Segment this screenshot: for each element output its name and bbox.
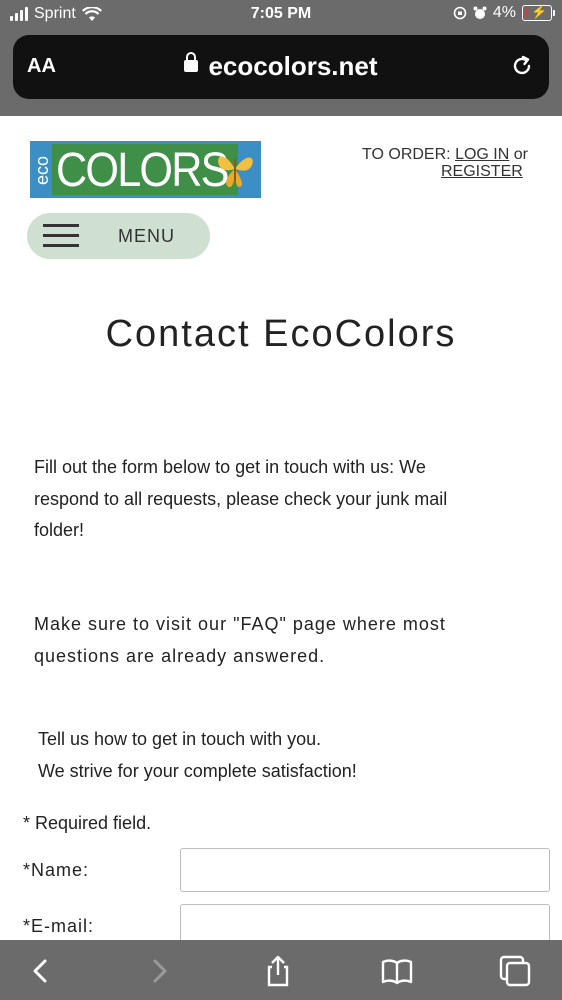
- required-field-note: * Required field.: [23, 813, 152, 833]
- logo-eco-text: eco: [32, 155, 52, 185]
- contact-note-line: We strive for your complete satisfaction…: [38, 760, 357, 781]
- address-bar[interactable]: AA ecocolors.net: [13, 35, 549, 99]
- url-display[interactable]: ecocolors.net: [13, 51, 549, 82]
- status-bar: Sprint 7:05 PM 4% ⚡: [0, 0, 562, 30]
- page-title: Contact EcoColors: [105, 313, 457, 355]
- order-links: TO ORDER: LOG IN or REGISTER: [362, 146, 528, 180]
- tabs-icon[interactable]: [498, 954, 532, 988]
- intro-line: Fill out the form below to get in touch …: [34, 457, 426, 477]
- order-prefix: TO ORDER:: [362, 146, 451, 163]
- faq-line: questions are already answered.: [34, 646, 326, 666]
- forward-icon[interactable]: [142, 954, 176, 988]
- battery-icon: ⚡: [522, 4, 555, 21]
- bookmarks-icon[interactable]: [380, 954, 414, 988]
- browser-toolbar: [0, 940, 562, 1000]
- menu-label: MENU: [118, 226, 175, 246]
- intro-line: folder!: [34, 520, 85, 540]
- name-field[interactable]: [180, 848, 550, 892]
- orientation-lock-icon: [453, 6, 467, 20]
- lock-icon: [184, 52, 199, 73]
- intro-paragraph: Fill out the form below to get in touch …: [34, 452, 514, 547]
- menu-button[interactable]: MENU: [27, 213, 210, 259]
- email-label: *E-mail:: [23, 916, 95, 936]
- ecocolors-logo[interactable]: eco COLORS: [30, 141, 261, 198]
- login-link[interactable]: LOG IN: [455, 146, 509, 163]
- register-link[interactable]: REGISTER: [441, 163, 523, 181]
- battery-percent: 4%: [492, 4, 516, 21]
- contact-note-line: Tell us how to get in touch with you.: [38, 729, 322, 749]
- back-icon[interactable]: [24, 954, 58, 988]
- name-label: *Name:: [23, 860, 90, 880]
- hamburger-icon: [43, 224, 79, 248]
- url-text: ecocolors.net: [208, 51, 378, 81]
- or-text: or: [513, 146, 528, 163]
- share-icon[interactable]: [261, 954, 295, 988]
- faq-line: Make sure to visit our "FAQ" page where …: [34, 614, 446, 634]
- contact-note: Tell us how to get in touch with you. We…: [38, 724, 518, 787]
- faq-paragraph: Make sure to visit our "FAQ" page where …: [34, 608, 514, 672]
- logo-colors-text: COLORS: [56, 144, 229, 197]
- intro-line: respond to all requests, please check yo…: [34, 488, 448, 509]
- alarm-icon: [473, 6, 487, 19]
- reload-icon[interactable]: [509, 53, 535, 79]
- butterfly-icon: [218, 156, 253, 188]
- browser-chrome: Sprint 7:05 PM 4% ⚡ AA ecocolors.net: [0, 0, 562, 116]
